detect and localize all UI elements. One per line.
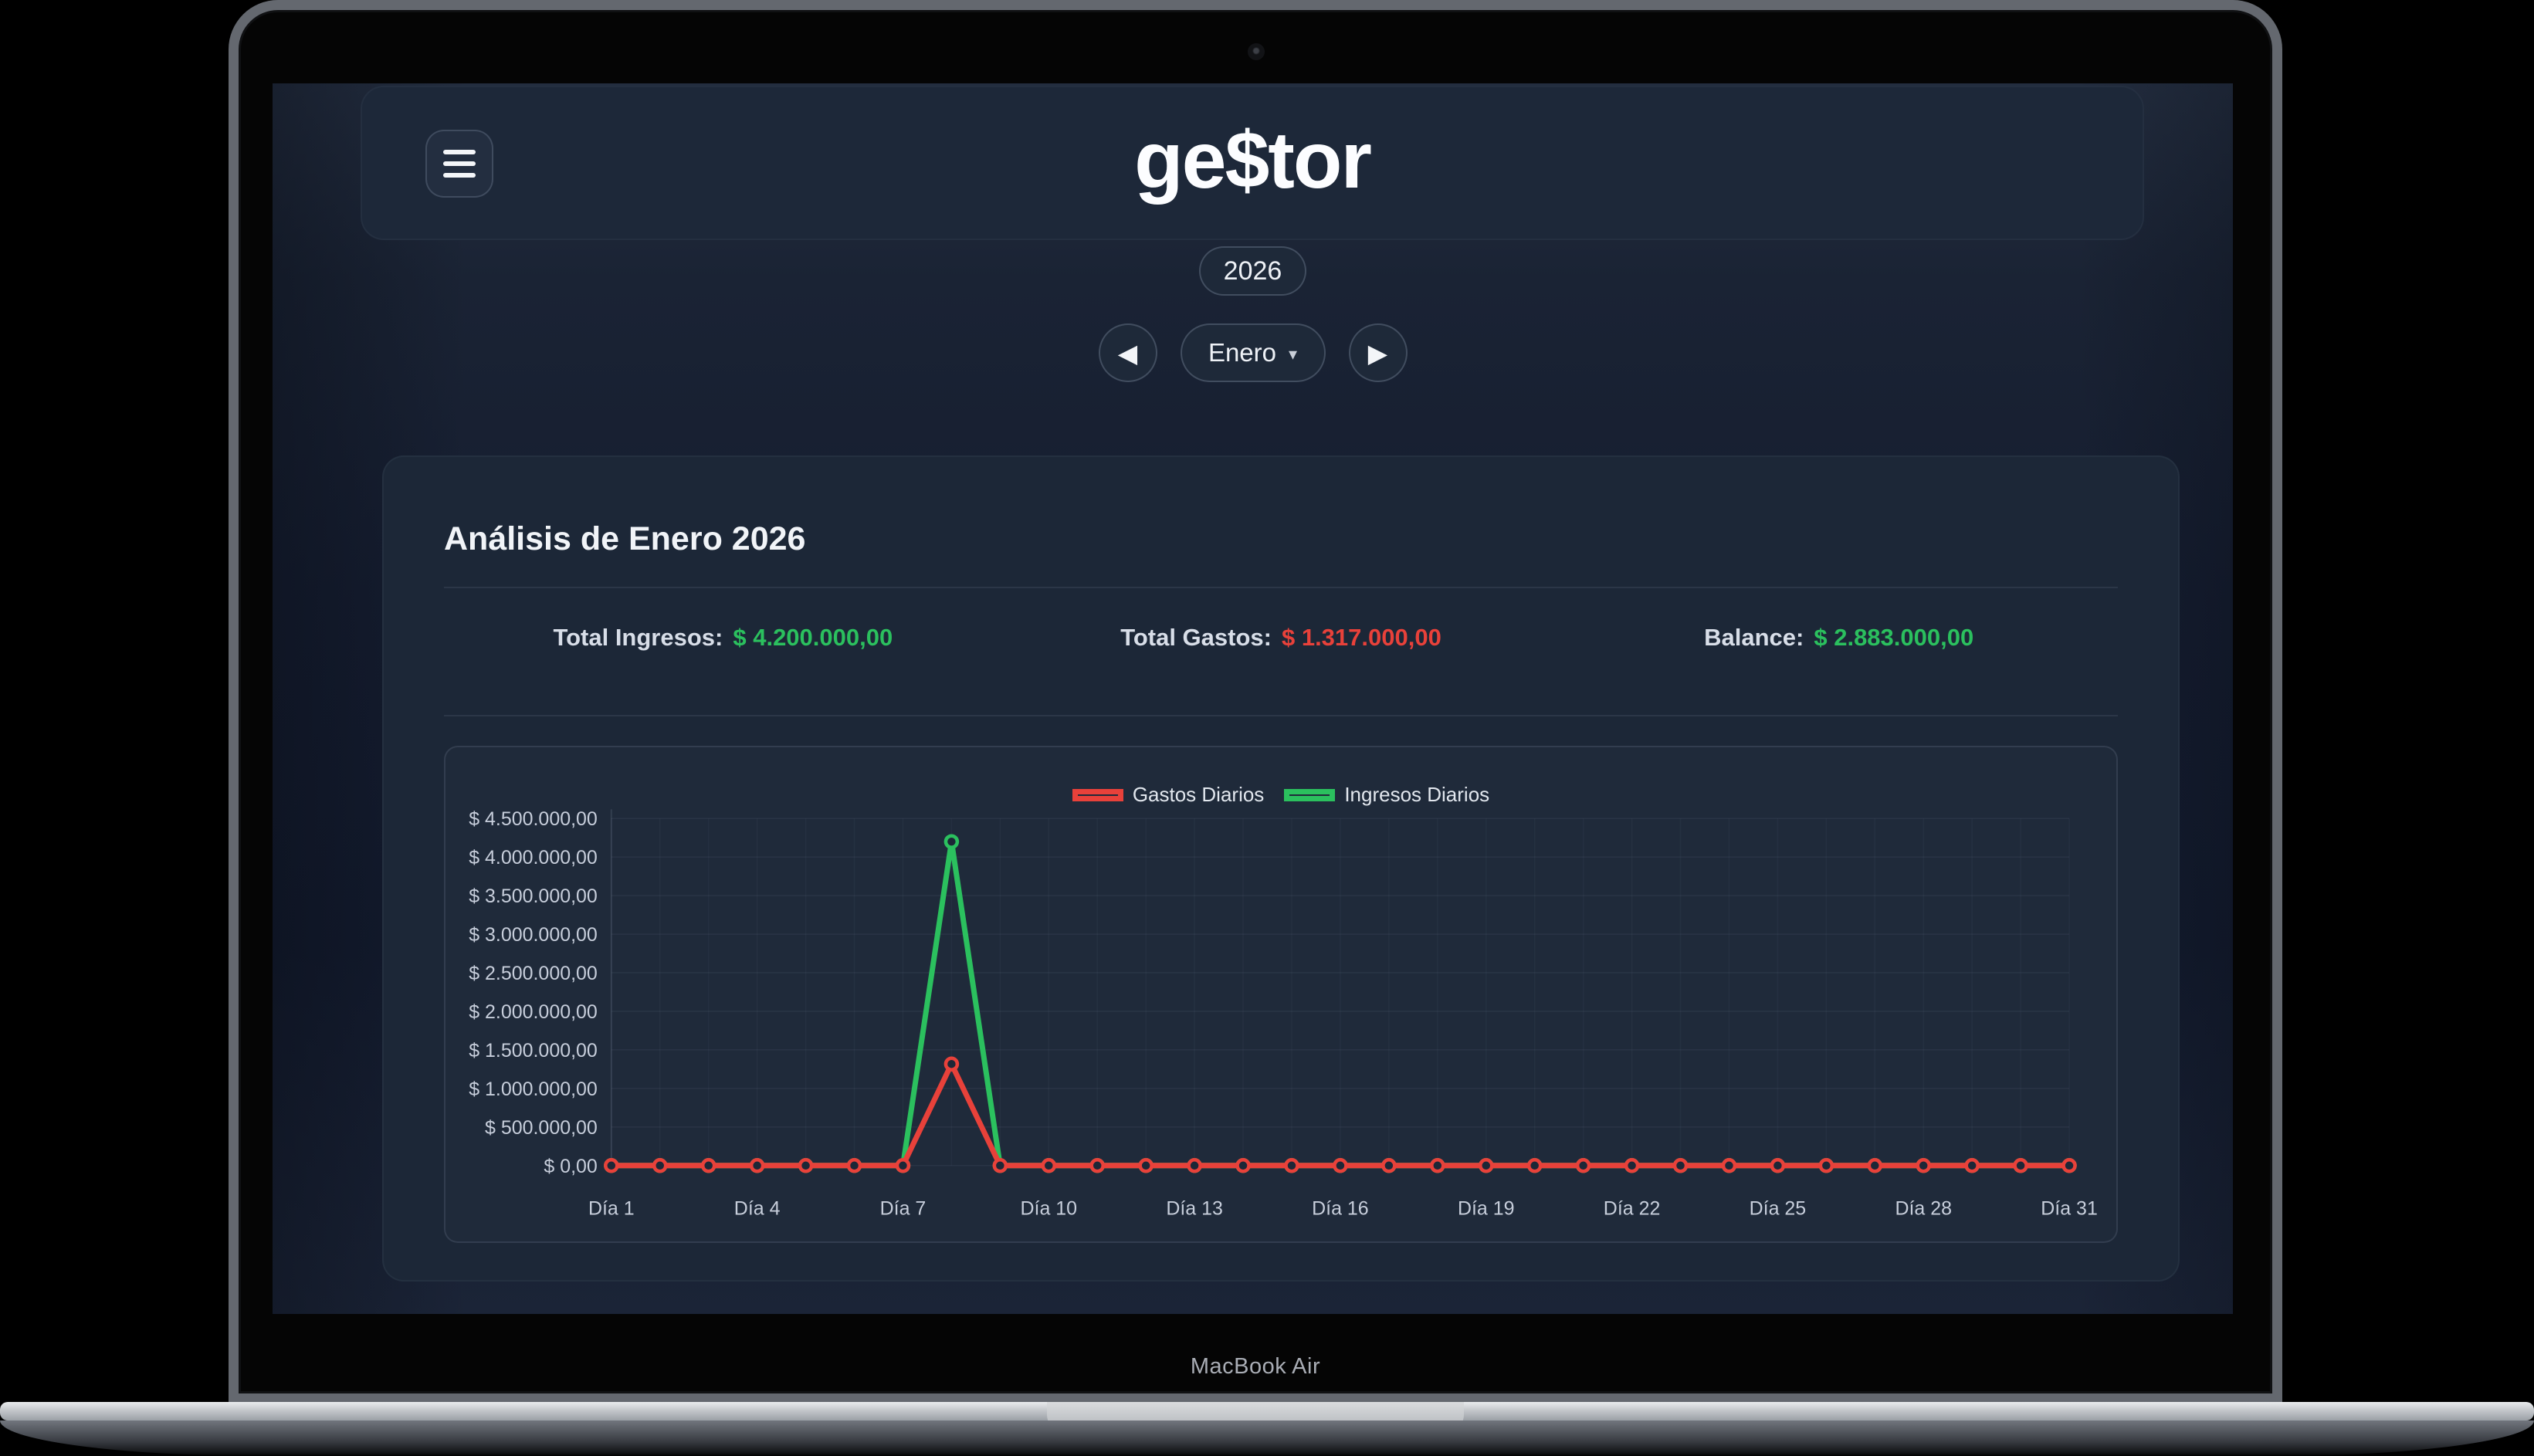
year-badge[interactable]: 2026: [1199, 246, 1307, 296]
data-point-marker[interactable]: [800, 1160, 811, 1171]
total-balance: Balance: $ 2.883.000,00: [1560, 624, 2118, 652]
legend-label: Ingresos Diarios: [1344, 783, 1489, 807]
webcam-icon: [1248, 43, 1265, 60]
total-ingresos: Total Ingresos: $ 4.200.000,00: [444, 624, 1002, 652]
month-dropdown[interactable]: Enero ▾: [1181, 323, 1326, 382]
left-arrow-icon: ◀: [1118, 340, 1137, 366]
svg-text:Día 7: Día 7: [880, 1198, 927, 1220]
svg-text:Día 28: Día 28: [1895, 1198, 1952, 1220]
data-point-marker[interactable]: [1431, 1160, 1443, 1171]
hamburger-icon: [443, 150, 476, 154]
analysis-card: Análisis de Enero 2026 Total Ingresos: $…: [382, 455, 2180, 1282]
totals-row: Total Ingresos: $ 4.200.000,00 Total Gas…: [444, 588, 2118, 687]
balance-label: Balance:: [1704, 624, 1804, 652]
svg-text:Día 4: Día 4: [734, 1198, 781, 1220]
svg-text:$ 2.500.000,00: $ 2.500.000,00: [469, 963, 598, 984]
chart-axis-labels: $ 0,00 $ 500.000,00 $ 1.000.000,00 $ 1.500.…: [469, 808, 2098, 1220]
svg-text:Día 13: Día 13: [1166, 1198, 1223, 1220]
data-point-marker[interactable]: [1821, 1160, 1832, 1171]
chart-card: $ 0,00 $ 500.000,00 $ 1.000.000,00 $ 1.500.…: [444, 746, 2118, 1243]
data-point-marker[interactable]: [1529, 1160, 1540, 1171]
svg-text:Día 1: Día 1: [588, 1198, 635, 1220]
data-point-marker[interactable]: [2064, 1160, 2075, 1171]
svg-text:Día 16: Día 16: [1312, 1198, 1369, 1220]
total-gastos: Total Gastos: $ 1.317.000,00: [1002, 624, 1560, 652]
svg-text:$ 4.500.000,00: $ 4.500.000,00: [469, 808, 598, 830]
menu-button[interactable]: [425, 130, 493, 198]
legend-swatch: [1072, 789, 1123, 801]
year-row: 2026: [273, 246, 2233, 296]
data-point-marker[interactable]: [1043, 1160, 1055, 1171]
data-point-marker[interactable]: [751, 1160, 763, 1171]
app-header: ge$tor: [361, 86, 2144, 240]
divider: [444, 715, 2118, 716]
next-month-button[interactable]: ▶: [1349, 323, 1408, 382]
data-point-marker[interactable]: [1772, 1160, 1784, 1171]
data-point-marker[interactable]: [946, 1058, 957, 1070]
svg-text:$ 1.000.000,00: $ 1.000.000,00: [469, 1078, 598, 1100]
laptop-base: [0, 1420, 2534, 1456]
month-label: Enero: [1208, 338, 1276, 367]
data-point-marker[interactable]: [1675, 1160, 1686, 1171]
data-point-marker[interactable]: [897, 1160, 909, 1171]
data-point-marker[interactable]: [1189, 1160, 1201, 1171]
svg-text:Día 10: Día 10: [1020, 1198, 1077, 1220]
hamburger-icon: [443, 161, 476, 166]
data-point-marker[interactable]: [1626, 1160, 1638, 1171]
data-point-marker[interactable]: [605, 1160, 617, 1171]
total-ingresos-value: $ 4.200.000,00: [733, 624, 893, 652]
data-point-marker[interactable]: [1092, 1160, 1103, 1171]
month-navigation: ◀ Enero ▾ ▶: [273, 323, 2233, 382]
svg-text:$ 0,00: $ 0,00: [544, 1156, 597, 1177]
device-label: MacBook Air: [229, 1354, 2282, 1380]
data-point-marker[interactable]: [1918, 1160, 1929, 1171]
svg-text:Día 31: Día 31: [2041, 1198, 2098, 1220]
data-point-marker[interactable]: [849, 1160, 860, 1171]
svg-text:$ 3.000.000,00: $ 3.000.000,00: [469, 924, 598, 946]
app-screen: ge$tor 2026 ◀ Enero ▾ ▶ Análisis de Ener…: [273, 83, 2233, 1314]
data-point-marker[interactable]: [1334, 1160, 1346, 1171]
balance-value: $ 2.883.000,00: [1814, 624, 1973, 652]
svg-text:Día 25: Día 25: [1750, 1198, 1807, 1220]
svg-text:$ 3.500.000,00: $ 3.500.000,00: [469, 885, 598, 907]
data-point-marker[interactable]: [1383, 1160, 1394, 1171]
legend-item-ingresos-diarios[interactable]: Ingresos Diarios: [1284, 783, 1489, 807]
total-ingresos-label: Total Ingresos:: [553, 624, 723, 652]
data-point-marker[interactable]: [2015, 1160, 2027, 1171]
svg-text:$ 2.000.000,00: $ 2.000.000,00: [469, 1001, 598, 1023]
svg-text:$ 1.500.000,00: $ 1.500.000,00: [469, 1040, 598, 1062]
data-point-marker[interactable]: [1723, 1160, 1735, 1171]
data-point-marker[interactable]: [1869, 1160, 1881, 1171]
data-point-marker[interactable]: [703, 1160, 714, 1171]
data-point-marker[interactable]: [994, 1160, 1006, 1171]
total-gastos-label: Total Gastos:: [1120, 624, 1272, 652]
hamburger-icon: [443, 173, 476, 178]
data-point-marker[interactable]: [1577, 1160, 1589, 1171]
analysis-title: Análisis de Enero 2026: [444, 519, 2118, 559]
data-point-marker[interactable]: [654, 1160, 666, 1171]
data-point-marker[interactable]: [946, 836, 957, 848]
data-point-marker[interactable]: [1286, 1160, 1297, 1171]
macbook-mockup: ge$tor 2026 ◀ Enero ▾ ▶ Análisis de Ener…: [0, 0, 2534, 1456]
svg-text:Día 19: Día 19: [1458, 1198, 1515, 1220]
legend-swatch: [1284, 789, 1335, 801]
data-point-marker[interactable]: [1480, 1160, 1492, 1171]
chart-legend: Gastos Diarios Ingresos Diarios: [445, 783, 2116, 807]
data-point-marker[interactable]: [1967, 1160, 1978, 1171]
daily-line-chart[interactable]: $ 0,00 $ 500.000,00 $ 1.000.000,00 $ 1.500.…: [445, 747, 2116, 1241]
total-gastos-value: $ 1.317.000,00: [1282, 624, 1441, 652]
data-point-marker[interactable]: [1140, 1160, 1152, 1171]
svg-text:$ 4.000.000,00: $ 4.000.000,00: [469, 847, 598, 869]
prev-month-button[interactable]: ◀: [1099, 323, 1157, 382]
right-arrow-icon: ▶: [1368, 340, 1387, 366]
svg-text:Día 22: Día 22: [1604, 1198, 1661, 1220]
chevron-down-icon: ▾: [1289, 342, 1297, 364]
chart-grid: [611, 809, 2069, 1166]
app-logo: ge$tor: [1134, 120, 1370, 205]
data-point-marker[interactable]: [1238, 1160, 1249, 1171]
legend-label: Gastos Diarios: [1133, 783, 1265, 807]
svg-text:$ 500.000,00: $ 500.000,00: [485, 1117, 598, 1139]
legend-item-gastos-diarios[interactable]: Gastos Diarios: [1072, 783, 1265, 807]
